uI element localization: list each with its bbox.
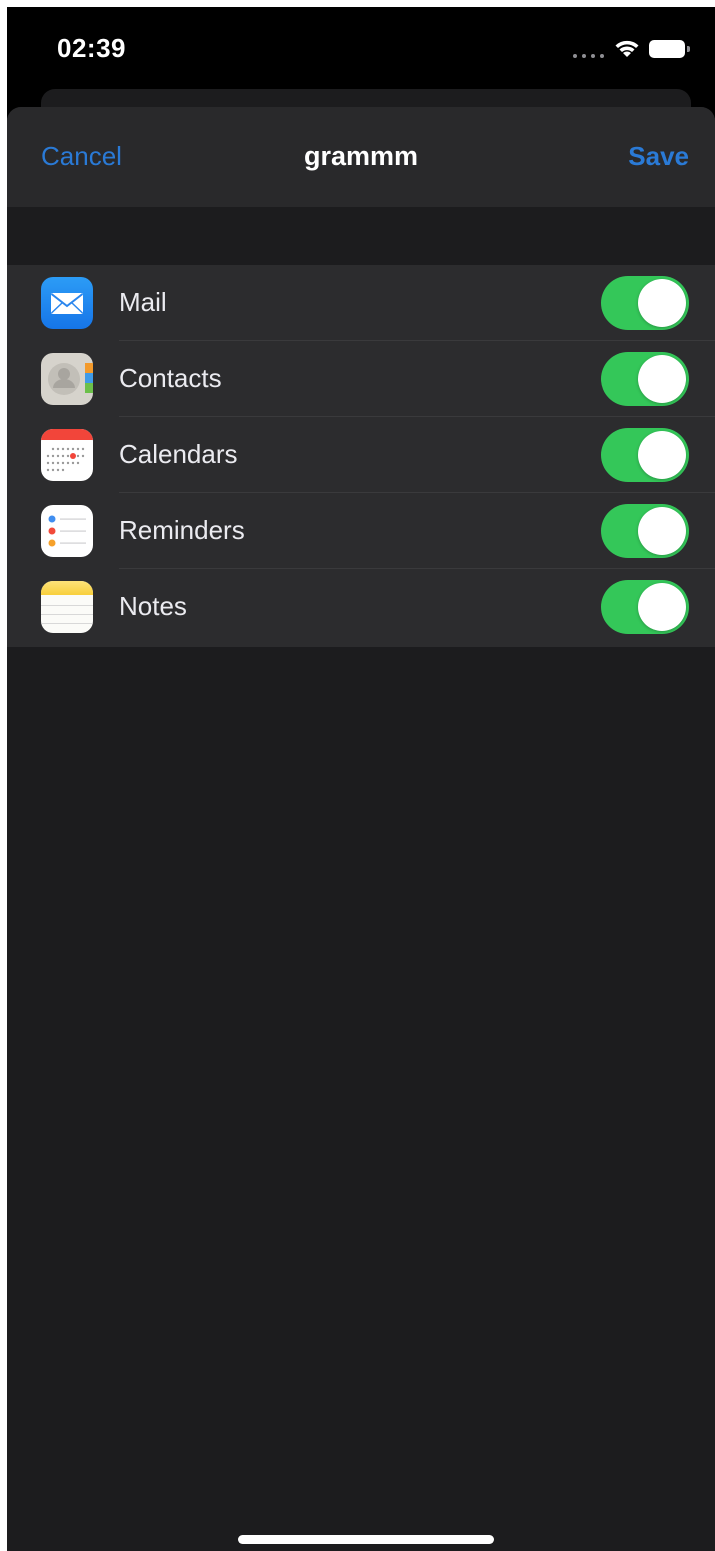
services-list: Mail Contacts Calendars Reminders Notes	[7, 265, 715, 647]
save-button[interactable]: Save	[628, 141, 689, 172]
cancel-button[interactable]: Cancel	[41, 141, 122, 172]
contacts-toggle[interactable]	[601, 352, 689, 406]
calendar-icon	[41, 429, 93, 481]
reminders-icon	[41, 505, 93, 557]
phone-screen: 02:39 Cancel grammm Save Mail Contacts C…	[7, 7, 715, 1551]
toggle-knob	[638, 583, 686, 631]
mail-icon	[41, 277, 93, 329]
signal-dots-icon	[573, 54, 605, 58]
navigation-bar: Cancel grammm Save	[7, 107, 715, 207]
wifi-icon	[615, 40, 639, 57]
service-label-mail: Mail	[119, 287, 167, 317]
section-spacer	[7, 207, 715, 265]
service-label-notes: Notes	[119, 591, 187, 621]
list-item-calendars: Calendars	[7, 417, 715, 493]
list-item-mail: Mail	[7, 265, 715, 341]
service-label-calendars: Calendars	[119, 439, 238, 469]
toggle-knob	[638, 431, 686, 479]
service-label-reminders: Reminders	[119, 515, 245, 545]
calendars-toggle[interactable]	[601, 428, 689, 482]
account-sheet: Cancel grammm Save Mail Contacts Calenda…	[7, 107, 715, 1551]
notes-toggle[interactable]	[601, 580, 689, 634]
status-bar: 02:39	[7, 7, 715, 91]
home-indicator[interactable]	[238, 1535, 494, 1544]
toggle-knob	[638, 279, 686, 327]
battery-icon	[649, 40, 691, 58]
contacts-icon	[41, 353, 93, 405]
list-item-reminders: Reminders	[7, 493, 715, 569]
service-label-contacts: Contacts	[119, 363, 222, 393]
list-item-notes: Notes	[7, 569, 715, 645]
list-item-contacts: Contacts	[7, 341, 715, 417]
notes-icon	[41, 581, 93, 633]
reminders-toggle[interactable]	[601, 504, 689, 558]
toggle-knob	[638, 355, 686, 403]
toggle-knob	[638, 507, 686, 555]
mail-toggle[interactable]	[601, 276, 689, 330]
status-time: 02:39	[57, 33, 126, 63]
